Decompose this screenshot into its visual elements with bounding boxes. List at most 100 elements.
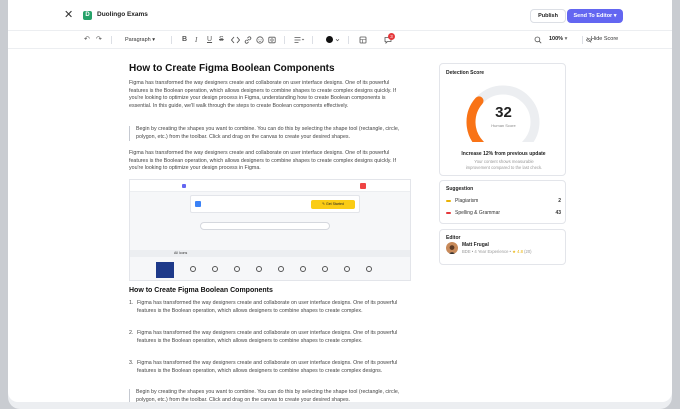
detection-score-card: Detection Score 32 Human Score Increase … — [439, 63, 566, 176]
score-label: Human Score — [491, 123, 516, 128]
mock-grid-icon — [278, 266, 284, 272]
suggestion-label: Spelling & Grammar — [455, 210, 501, 216]
app-logo-icon: D — [83, 11, 92, 20]
mock-banner-button: ✎ Get Started — [311, 200, 355, 209]
zoom-value: 100% — [549, 36, 564, 42]
toolbar-divider — [312, 36, 313, 44]
suggestion-item-spelling-grammar[interactable]: Spelling & Grammar 43 — [446, 210, 561, 216]
paragraph-style-label: Paragraph — [125, 37, 151, 43]
grammar-dot-icon — [446, 211, 451, 214]
code-icon[interactable] — [230, 36, 241, 47]
blockquote[interactable]: Begin by creating the shapes you want to… — [129, 126, 407, 142]
paragraph[interactable]: Figma has transformed the way designers … — [129, 80, 407, 110]
editor-title: Editor — [446, 235, 461, 241]
section-heading[interactable]: How to Create Figma Boolean Components — [129, 287, 273, 294]
image-icon[interactable] — [268, 36, 276, 47]
mock-grid-icon — [256, 266, 262, 272]
score-increase-note: Your content shows measurable improvemen… — [465, 159, 543, 170]
notification-badge: 3 — [388, 33, 395, 40]
avatar[interactable] — [446, 242, 458, 254]
zoom-select[interactable]: 100% ▾ — [549, 35, 567, 44]
chevron-down-icon[interactable] — [335, 36, 340, 47]
mock-logo-icon — [182, 184, 186, 188]
suggestion-count: 2 — [558, 198, 561, 204]
formatting-toolbar: ↶ ↷ Paragraph ▾ B I U S 3 100% ▾ Hide Sc… — [8, 31, 672, 49]
mock-badge-icon — [360, 183, 366, 189]
score-increase: Increase 12% from previous update — [461, 151, 546, 157]
embedded-screenshot-image[interactable]: ✎ Get Started All Icons — [129, 179, 411, 281]
chevron-down-icon: ▾ — [613, 13, 617, 19]
mock-grid-icon — [190, 266, 196, 272]
mock-nav — [130, 180, 410, 192]
list-item[interactable]: 1. Figma has transformed the way designe… — [129, 300, 399, 315]
toolbar-divider — [171, 36, 172, 44]
list-number: 3. — [129, 360, 134, 366]
suggestion-title: Suggestion — [446, 186, 474, 192]
publish-button[interactable]: Publish — [530, 9, 566, 23]
hide-score-toggle[interactable]: Hide Score — [591, 35, 618, 44]
chevron-down-icon: ▾ — [564, 36, 568, 42]
mock-filter-label: All Icons — [174, 251, 188, 255]
underline-icon[interactable]: U — [207, 36, 212, 44]
list-item[interactable]: 3. Figma has transformed the way designe… — [129, 360, 399, 375]
link-icon[interactable] — [244, 36, 252, 47]
toolbar-divider — [284, 36, 285, 44]
mock-search-bar — [200, 222, 330, 230]
send-to-editor-label: Send To Editor — [573, 13, 613, 19]
blockquote[interactable]: Begin by creating the shapes you want to… — [129, 389, 407, 402]
mock-thumbnail-image — [156, 262, 174, 278]
editor-card: Editor Matt Frugal BDE • 4 Year Experien… — [439, 229, 566, 265]
list-item-text: Figma has transformed the way designers … — [137, 330, 398, 344]
window-frame: ✕ D Duolingo Exams Publish Send To Edito… — [8, 0, 672, 409]
list-number: 1. — [129, 300, 134, 306]
mock-grid-icon — [344, 266, 350, 272]
toolbar-divider — [582, 36, 583, 44]
mock-icon-row — [190, 266, 390, 274]
undo-icon[interactable]: ↶ — [84, 36, 90, 44]
suggestion-item-plagiarism[interactable]: Plagiarism 2 — [446, 198, 561, 204]
toolbar-divider — [111, 36, 112, 44]
editor-rating: ★ 4.8 — [512, 249, 523, 254]
list-item-text: Figma has transformed the way designers … — [137, 360, 398, 374]
top-bar: ✕ D Duolingo Exams Publish Send To Edito… — [8, 0, 672, 31]
emoji-icon[interactable] — [256, 36, 264, 47]
redo-icon[interactable]: ↷ — [96, 36, 102, 44]
mock-grid-icon — [322, 266, 328, 272]
app-title: Duolingo Exams — [97, 11, 148, 18]
mock-filter-row: All Icons — [130, 250, 410, 257]
editor-name: Matt Frugal — [462, 242, 489, 248]
align-icon[interactable] — [294, 36, 305, 47]
paragraph-style-select[interactable]: Paragraph ▾ — [125, 36, 155, 44]
editor-meta: BDE • 4 Year Experience • ★ 4.8 (20) — [462, 249, 532, 254]
suggestion-card: Suggestion Plagiarism 2 Spelling & Gramm… — [439, 180, 566, 224]
mock-banner: ✎ Get Started — [190, 195, 360, 213]
list-item-text: Figma has transformed the way designers … — [137, 300, 398, 314]
mock-grid-icon — [234, 266, 240, 272]
list-item[interactable]: 2. Figma has transformed the way designe… — [129, 330, 399, 345]
suggestion-count: 43 — [555, 210, 561, 216]
editor-experience: BDE • 4 Year Experience • — [462, 249, 512, 254]
table-icon[interactable] — [359, 36, 367, 47]
paragraph[interactable]: Figma has transformed the way designers … — [129, 150, 407, 173]
italic-icon[interactable]: I — [195, 36, 197, 44]
toolbar-divider — [348, 36, 349, 44]
search-icon[interactable] — [534, 36, 542, 47]
strikethrough-icon[interactable]: S — [219, 36, 224, 44]
list-number: 2. — [129, 330, 134, 336]
detection-score-title: Detection Score — [446, 70, 485, 76]
bold-icon[interactable]: B — [182, 36, 187, 44]
suggestion-label: Plagiarism — [455, 198, 479, 204]
send-to-editor-button[interactable]: Send To Editor ▾ — [567, 9, 623, 23]
close-icon[interactable]: ✕ — [64, 10, 73, 21]
plagiarism-dot-icon — [446, 199, 451, 202]
mock-grid-icon — [212, 266, 218, 272]
mock-grid-icon — [366, 266, 372, 272]
score-value: 32 — [495, 104, 512, 121]
mock-grid-icon — [300, 266, 306, 272]
editor-rating-count: (20) — [524, 249, 532, 254]
mock-banner-icon — [195, 201, 201, 207]
document-title[interactable]: How to Create Figma Boolean Components — [129, 63, 335, 74]
chevron-down-icon: ▾ — [152, 37, 155, 43]
text-color-swatch[interactable] — [326, 36, 333, 43]
editor-app: ✕ D Duolingo Exams Publish Send To Edito… — [8, 0, 672, 402]
